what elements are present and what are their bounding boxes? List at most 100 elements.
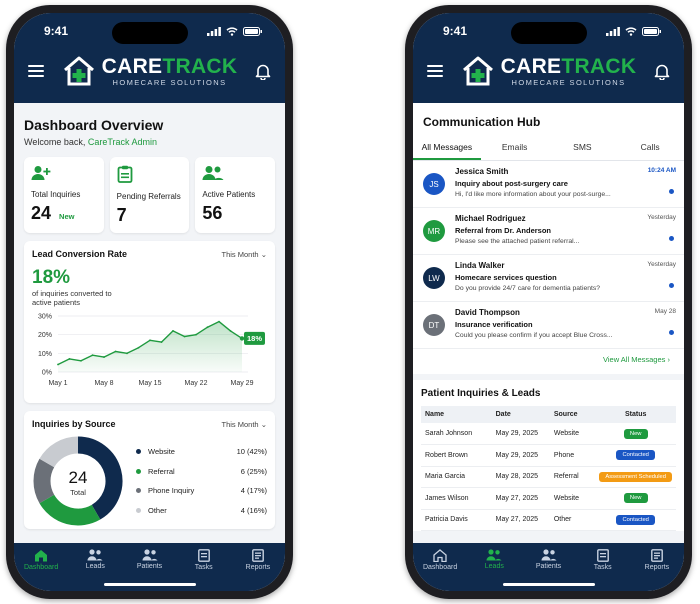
users-icon	[87, 549, 103, 561]
sender-name: Michael Rodriguez	[455, 214, 526, 223]
status-badge: Assessment Scheduled	[599, 471, 672, 482]
tab-label: Leads	[85, 563, 105, 570]
menu-icon[interactable]	[427, 65, 443, 77]
pie-slice-other[interactable]	[39, 436, 79, 468]
brand-name-track: TRACK	[561, 54, 637, 78]
battery-icon	[642, 26, 661, 36]
period-label: This Month	[221, 419, 259, 429]
data-point	[160, 340, 163, 343]
data-point	[114, 350, 117, 353]
data-point	[229, 329, 232, 332]
stat-label: Total Inquiries	[31, 190, 81, 199]
lead-name: Maria Garcia	[421, 466, 492, 488]
sender-name: Jessica Smith	[455, 167, 509, 176]
status-icons	[207, 26, 263, 36]
tab-label: Tasks	[593, 564, 612, 571]
stat-value: 56	[202, 203, 223, 223]
chevron-down-icon: ⌄	[260, 419, 267, 429]
conversion-value: 18%	[32, 267, 71, 288]
message-subject: Homecare services question	[455, 273, 557, 282]
brand-tagline: HOMECARE SOLUTIONS	[112, 77, 227, 87]
legend-value: 6 (25%)	[240, 466, 267, 476]
brand-logo: CARETRACK HOMECARE SOLUTIONS	[62, 56, 238, 87]
wifi-icon	[226, 26, 238, 36]
tab-label: Reports	[644, 564, 670, 571]
page-title: Dashboard Overview	[24, 117, 164, 133]
table-row[interactable]: Maria Garcia May 28, 2025 Referral Asses…	[421, 466, 676, 488]
lead-name: Robert Brown	[421, 444, 492, 467]
stat-card-pending-referrals[interactable]: Pending Referrals 7	[109, 157, 190, 233]
column-header[interactable]: Status	[595, 406, 676, 423]
data-point	[91, 354, 94, 356]
bell-icon[interactable]	[255, 63, 271, 80]
table-row[interactable]: James Wilson May 27, 2025 Website New	[421, 487, 676, 510]
view-all-messages-link[interactable]: View All Messages ›	[413, 349, 684, 374]
column-header[interactable]: Date	[491, 406, 550, 423]
data-point	[126, 352, 128, 354]
stat-card-total-inquiries[interactable]: Total Inquiries 24 New	[24, 157, 104, 233]
message-item[interactable]: LW Linda Walker Yesterday Homecare servi…	[413, 255, 684, 302]
welcome-text: Welcome back, CareTrack Admin	[24, 137, 275, 147]
message-item[interactable]: DT David Thompson May 28 Insurance verif…	[413, 302, 684, 349]
menu-icon[interactable]	[28, 65, 44, 77]
data-point	[218, 320, 220, 323]
donut-center-value: 24	[69, 468, 88, 487]
message-item[interactable]: MR Michael Rodriguez Yesterday Referral …	[413, 208, 684, 255]
tab-emails[interactable]: Emails	[481, 137, 549, 160]
users-icon	[541, 549, 556, 561]
lead-date: May 28, 2025	[491, 466, 550, 488]
tab-dashboard[interactable]: Dashboard	[413, 549, 467, 591]
dynamic-island	[510, 22, 587, 44]
stat-card-active-patients[interactable]: Active Patients 56	[195, 157, 276, 233]
legend-value: 10 (42%)	[236, 447, 267, 457]
add-user-icon	[31, 166, 51, 180]
data-point	[57, 363, 59, 366]
legend-swatch	[136, 449, 141, 455]
data-point	[183, 335, 186, 338]
bell-icon[interactable]	[654, 63, 670, 80]
conversion-card: Lead Conversion Rate This Month ⌄ 18% of…	[24, 241, 275, 403]
brand-logo: CARETRACK HOMECARE SOLUTIONS	[461, 56, 637, 87]
message-preview: Do you provide 24/7 care for dementia pa…	[455, 285, 601, 292]
chevron-down-icon: ⌄	[260, 249, 267, 259]
welcome-name: CareTrack Admin	[87, 137, 158, 147]
brand-tagline: HOMECARE SOLUTIONS	[511, 77, 626, 87]
tab-all-messages[interactable]: All Messages	[413, 137, 481, 160]
avatar: LW	[423, 267, 445, 289]
view-all-label: View All Messages	[603, 355, 666, 364]
pie-slice-phone-inquiry[interactable]	[33, 458, 55, 504]
battery-icon	[243, 26, 262, 36]
table-row[interactable]: Patricia Davis May 27, 2025 Other Contac…	[421, 509, 676, 531]
column-header[interactable]: Source	[549, 406, 596, 423]
phone-dashboard: 9:41 CARETRACK HOMECARE SOLUTIONS Dashbo…	[6, 5, 293, 599]
legend-item: Referral 6 (25%)	[136, 462, 267, 482]
tab-label: Dashboard	[23, 564, 59, 571]
table-row[interactable]: Robert Brown May 29, 2025 Phone Contacte…	[421, 444, 676, 467]
tab-reports[interactable]: Reports	[231, 549, 285, 591]
tab-dashboard[interactable]: Dashboard	[14, 549, 68, 591]
tab-reports[interactable]: Reports	[630, 549, 684, 591]
legend-label: Phone Inquiry	[148, 486, 195, 496]
report-icon	[651, 549, 663, 562]
period-dropdown[interactable]: This Month ⌄	[222, 420, 268, 429]
conversion-line-chart: 0% 10% 20% 30% 18% May 1 May 8 May 15 May 22 May …	[38, 313, 265, 387]
tab-sms[interactable]: SMS	[549, 137, 617, 160]
period-dropdown[interactable]: This Month ⌄	[222, 250, 268, 259]
lead-source: Referral	[549, 466, 596, 488]
message-item[interactable]: JS Jessica Smith 10:24 AM Inquiry about …	[413, 161, 684, 208]
pie-slice-referral[interactable]	[39, 494, 101, 526]
tab-calls[interactable]: Calls	[616, 137, 684, 160]
data-point	[103, 355, 105, 358]
legend-label: Website	[148, 447, 175, 457]
x-tick-label: May 29	[231, 380, 254, 387]
home-icon	[433, 549, 447, 562]
tab-label: Reports	[245, 564, 271, 571]
phone-communication: 9:41 CARETRACK HOMECARE SOLUTIONS Commun…	[405, 5, 692, 599]
house-cross-icon	[462, 56, 493, 86]
legend-value: 4 (17%)	[240, 486, 267, 496]
dashboard-screen: 9:41 CARETRACK HOMECARE SOLUTIONS Dashbo…	[14, 13, 285, 591]
table-row[interactable]: Sarah Johnson May 29, 2025 Website New	[421, 423, 676, 445]
column-header[interactable]: Name	[421, 406, 492, 423]
legend-item: Other 4 (16%)	[136, 501, 267, 521]
hub-title: Communication Hub	[413, 103, 684, 137]
